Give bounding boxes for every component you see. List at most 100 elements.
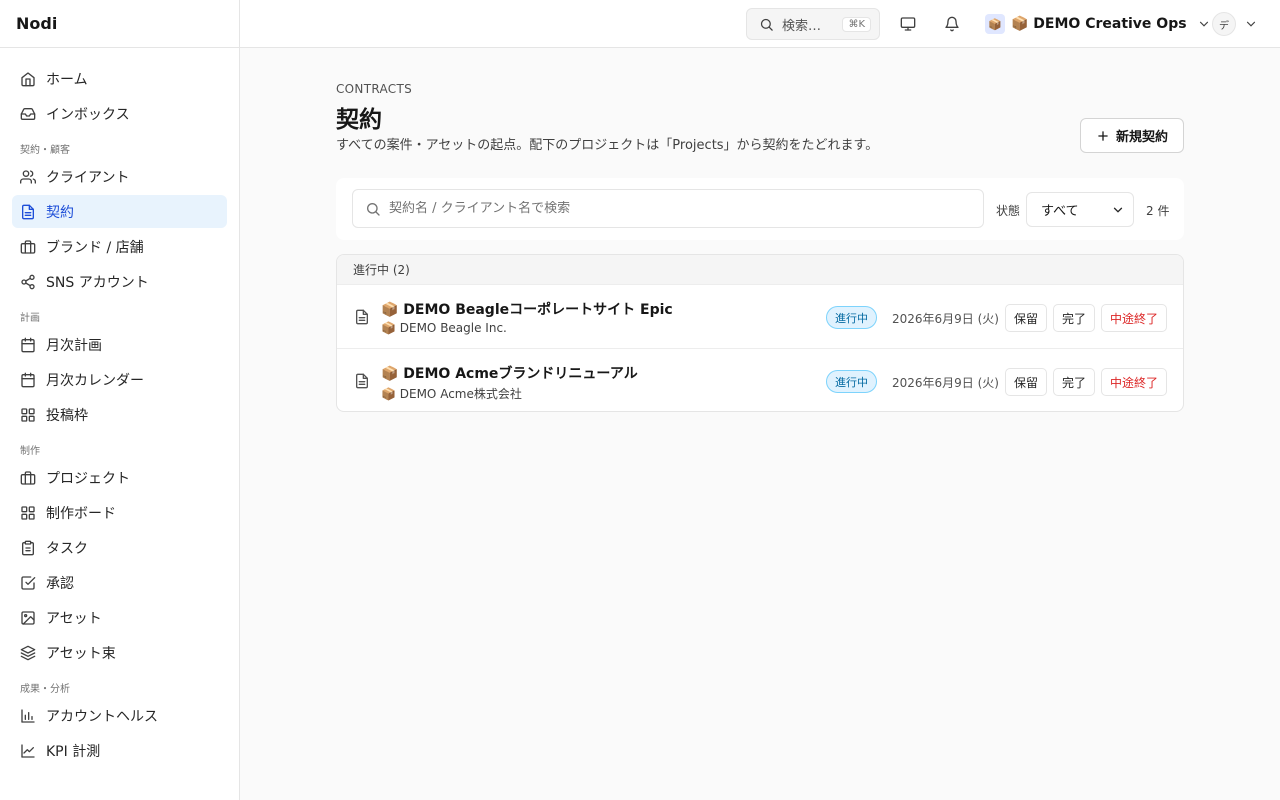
file-text-icon <box>20 204 36 220</box>
hold-button[interactable]: 保留 <box>1005 368 1047 396</box>
sidebar-section-title: 制作 <box>20 445 40 457</box>
sidebar-item-assets[interactable]: アセット <box>12 601 227 634</box>
calendar-icon <box>20 337 36 353</box>
inbox-icon <box>20 106 36 122</box>
sidebar-item-label: 契約 <box>46 204 74 221</box>
sidebar-item-home[interactable]: ホーム <box>12 62 227 95</box>
bell-icon <box>944 16 960 32</box>
contract-date: 2026年6月9日 (火) <box>892 312 999 326</box>
monitor-icon <box>900 16 916 32</box>
home-icon <box>20 71 36 87</box>
group-header: 進行中 (2) <box>337 255 1183 285</box>
table-row[interactable]: 📦 DEMO Beagleコーポレートサイト Epic 📦 DEMO Beagl… <box>337 285 1183 349</box>
workspace-name: 📦 DEMO Creative Ops <box>1011 16 1187 32</box>
sidebar-item-label: アカウントヘルス <box>46 708 158 725</box>
state-filter-label: 状態 <box>996 204 1021 218</box>
page-title: 契約 <box>336 107 382 133</box>
check-square-icon <box>20 575 36 591</box>
contract-name[interactable]: 📦 DEMO Acmeブランドリニューアル <box>381 363 638 383</box>
sidebar-item-approvals[interactable]: 承認 <box>12 566 227 599</box>
state-filter-select[interactable]: すべて <box>1026 192 1134 227</box>
search-shortcut: ⌘K <box>842 16 871 32</box>
user-menu[interactable]: デ <box>1212 12 1258 36</box>
contract-client: 📦 DEMO Acme株式会社 <box>381 387 522 401</box>
grid-icon <box>20 505 36 521</box>
sidebar-item-label: アセット束 <box>46 645 116 662</box>
calendar-icon <box>20 372 36 388</box>
sidebar-item-projects[interactable]: プロジェクト <box>12 461 227 494</box>
search-label: 検索… <box>782 18 822 34</box>
sidebar-section-title: 契約・顧客 <box>20 144 70 156</box>
sidebar: Nodi ホーム インボックス 契約・顧客 クライアント 契約 ブランド / 店… <box>0 0 240 800</box>
sidebar-item-label: 投稿枠 <box>46 407 88 424</box>
sidebar-item-label: KPI 計測 <box>46 743 101 760</box>
sidebar-item-sns-accounts[interactable]: SNS アカウント <box>12 265 227 298</box>
sidebar-item-tasks[interactable]: タスク <box>12 531 227 564</box>
complete-button[interactable]: 完了 <box>1053 368 1095 396</box>
sidebar-item-label: クライアント <box>46 169 130 186</box>
sidebar-item-label: アセット <box>46 610 102 627</box>
topbar: 検索… ⌘K 📦 📦 DEMO Creative Ops デ <box>240 0 1280 48</box>
line-chart-icon <box>20 743 36 759</box>
sidebar-item-clients[interactable]: クライアント <box>12 160 227 193</box>
contract-client: 📦 DEMO Beagle Inc. <box>381 321 507 335</box>
file-text-icon <box>354 309 370 325</box>
chevron-down-icon <box>1197 17 1211 31</box>
sidebar-item-label: 月次カレンダー <box>46 372 144 389</box>
workspace-avatar: 📦 <box>985 14 1005 34</box>
grid-icon <box>20 407 36 423</box>
sidebar-item-label: SNS アカウント <box>46 274 149 291</box>
sidebar-item-account-health[interactable]: アカウントヘルス <box>12 699 227 732</box>
app-logo[interactable]: Nodi <box>0 0 239 48</box>
terminate-button[interactable]: 中途終了 <box>1101 368 1167 396</box>
sidebar-item-label: 承認 <box>46 575 74 592</box>
complete-button[interactable]: 完了 <box>1053 304 1095 332</box>
sidebar-item-label: タスク <box>46 540 88 557</box>
filter-bar: 状態 すべて 2 件 <box>336 178 1184 240</box>
briefcase-icon <box>20 239 36 255</box>
workspace-switcher[interactable]: 📦 📦 DEMO Creative Ops <box>985 10 1211 38</box>
search-icon <box>759 17 774 32</box>
page-subtitle: すべての案件・アセットの起点。配下のプロジェクトは「Projects」から契約を… <box>336 138 879 153</box>
sidebar-section-title: 成果・分析 <box>20 683 70 695</box>
hold-button[interactable]: 保留 <box>1005 304 1047 332</box>
sidebar-item-monthly-calendar[interactable]: 月次カレンダー <box>12 363 227 396</box>
sidebar-item-brands[interactable]: ブランド / 店舗 <box>12 230 227 263</box>
search-icon <box>365 201 381 217</box>
monitor-button[interactable] <box>896 12 920 36</box>
sidebar-item-label: ブランド / 店舗 <box>46 239 144 256</box>
contract-list: 進行中 (2) 📦 DEMO Beagleコーポレートサイト Epic 📦 DE… <box>336 254 1184 412</box>
layers-icon <box>20 645 36 661</box>
new-contract-label: 新規契約 <box>1115 130 1168 145</box>
terminate-button[interactable]: 中途終了 <box>1101 304 1167 332</box>
sidebar-item-monthly-plan[interactable]: 月次計画 <box>12 328 227 361</box>
contract-search-input[interactable] <box>389 201 969 216</box>
sidebar-section-title: 計画 <box>20 312 40 324</box>
result-count: 2 件 <box>1146 204 1170 218</box>
users-icon <box>20 169 36 185</box>
table-row[interactable]: 📦 DEMO Acmeブランドリニューアル 📦 DEMO Acme株式会社 進行… <box>337 349 1183 411</box>
sidebar-item-label: プロジェクト <box>46 470 130 487</box>
sidebar-item-contracts[interactable]: 契約 <box>12 195 227 228</box>
state-filter-value: すべて <box>1041 204 1079 219</box>
contract-search-wrapper <box>352 189 984 228</box>
avatar: デ <box>1212 12 1236 36</box>
image-icon <box>20 610 36 626</box>
sidebar-item-production-board[interactable]: 制作ボード <box>12 496 227 529</box>
plus-icon <box>1096 129 1110 143</box>
chevron-down-icon <box>1244 17 1258 31</box>
contract-name[interactable]: 📦 DEMO Beagleコーポレートサイト Epic <box>381 299 673 319</box>
sidebar-item-label: ホーム <box>46 71 88 88</box>
briefcase-icon <box>20 470 36 486</box>
sidebar-item-asset-bundles[interactable]: アセット束 <box>12 636 227 669</box>
sidebar-nav: ホーム インボックス 契約・顧客 クライアント 契約 ブランド / 店舗 SNS… <box>0 48 239 767</box>
sidebar-item-kpi[interactable]: KPI 計測 <box>12 734 227 767</box>
new-contract-button[interactable]: 新規契約 <box>1080 118 1184 153</box>
page-eyebrow: CONTRACTS <box>336 82 413 96</box>
sidebar-item-post-slots[interactable]: 投稿枠 <box>12 398 227 431</box>
notifications-button[interactable] <box>940 12 964 36</box>
status-badge: 進行中 <box>826 306 877 329</box>
global-search-button[interactable]: 検索… ⌘K <box>746 8 880 40</box>
sidebar-item-label: 月次計画 <box>46 337 102 354</box>
sidebar-item-inbox[interactable]: インボックス <box>12 97 227 130</box>
